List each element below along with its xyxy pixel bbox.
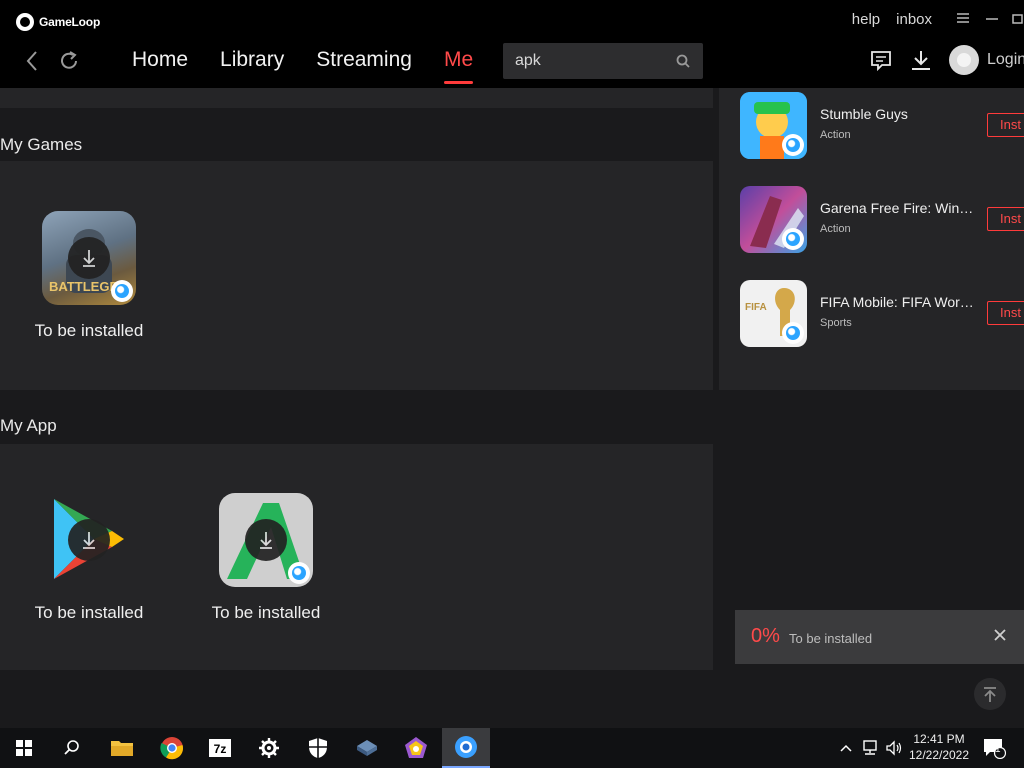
volume-icon[interactable]	[882, 728, 906, 768]
tab-home[interactable]: Home	[132, 48, 188, 80]
show-hidden-icons-chevron-icon[interactable]	[834, 728, 858, 768]
back-icon[interactable]	[20, 48, 46, 74]
restore-icon[interactable]	[1012, 11, 1024, 29]
gameloop-taskbar-icon[interactable]	[442, 728, 490, 768]
chrome-icon[interactable]	[148, 728, 196, 768]
top-links: help inbox	[852, 11, 932, 28]
google-play-icon	[42, 493, 136, 587]
main-nav: Home Library Streaming Me	[132, 48, 474, 84]
virtualbox-icon[interactable]	[343, 728, 391, 768]
install-button[interactable]: Inst	[987, 113, 1024, 137]
top-bar: GameLoop help inbox Home Library Streami…	[0, 0, 1024, 88]
windows-start-icon[interactable]	[0, 728, 48, 768]
game-name: FIFA Mobile: FIFA Wor…	[820, 294, 974, 310]
system-clock[interactable]: 12:41 PM 12/22/2022	[906, 731, 972, 763]
recommended-game[interactable]: FIFA FIFA Mobile: FIFA Wor… Sports Inst	[740, 280, 1024, 348]
help-link[interactable]: help	[852, 11, 880, 28]
download-icon[interactable]	[909, 48, 933, 72]
gameloop-window: GameLoop help inbox Home Library Streami…	[0, 0, 1024, 768]
install-button[interactable]: Inst	[987, 301, 1024, 325]
inbox-link[interactable]: inbox	[896, 11, 932, 28]
clock-date: 12/22/2022	[908, 748, 970, 762]
scroll-to-top-icon[interactable]	[974, 678, 1006, 710]
clock-time: 12:41 PM	[913, 732, 965, 746]
avatar[interactable]	[949, 45, 979, 75]
download-overlay-icon	[68, 237, 110, 279]
my-app-item[interactable]: To be installed	[196, 493, 336, 623]
settings-gear-icon[interactable]	[245, 728, 293, 768]
install-status: To be installed	[34, 321, 144, 340]
menu-icon[interactable]	[956, 11, 970, 29]
recommended-game[interactable]: Stumble Guys Action Inst	[740, 92, 1024, 160]
logo-text: GameLoop	[39, 15, 101, 29]
pentagon-app-icon[interactable]	[392, 728, 440, 768]
install-button[interactable]: Inst	[987, 207, 1024, 231]
search-box	[503, 43, 703, 79]
me-page-content: My Games BATTLEGRO To be installed My Ap…	[0, 88, 1024, 728]
notification-count: 1	[995, 744, 1001, 755]
my-games-title: My Games	[0, 135, 83, 154]
install-status: To be installed	[34, 603, 144, 622]
apkpure-icon	[219, 493, 313, 587]
svg-text:7z: 7z	[214, 742, 227, 756]
gameloop-badge-icon	[288, 562, 310, 584]
tab-library[interactable]: Library	[220, 48, 284, 80]
windows-taskbar: 7z 12:41 PM 12/22/2022 1	[0, 728, 1024, 768]
file-explorer-icon[interactable]	[98, 728, 146, 768]
game-category: Action	[820, 129, 851, 141]
minimize-icon[interactable]	[985, 11, 999, 29]
gameloop-badge-icon	[111, 280, 133, 302]
close-icon[interactable]	[992, 627, 1008, 643]
my-games-item[interactable]: BATTLEGRO To be installed	[19, 211, 159, 341]
download-status: To be installed	[789, 631, 873, 646]
refresh-icon[interactable]	[56, 48, 82, 74]
search-input[interactable]	[515, 43, 665, 79]
gameloop-logo: GameLoop	[16, 13, 100, 31]
security-shield-icon[interactable]	[294, 728, 342, 768]
gameloop-logo-icon	[16, 13, 34, 31]
gameloop-badge-icon	[782, 322, 804, 344]
top-panel-remnant	[0, 88, 713, 108]
taskbar-search-icon[interactable]	[48, 728, 96, 768]
download-percent: 0%	[751, 625, 780, 647]
messages-icon[interactable]	[869, 48, 893, 72]
tab-me[interactable]: Me	[443, 48, 474, 84]
network-icon[interactable]	[858, 728, 882, 768]
gameloop-badge-icon	[782, 228, 804, 250]
7zip-icon[interactable]: 7z	[196, 728, 244, 768]
game-category: Action	[820, 223, 851, 235]
install-status: To be installed	[211, 603, 321, 622]
game-name: Garena Free Fire: Win…	[820, 200, 974, 216]
free-fire-icon	[740, 186, 807, 253]
download-overlay-icon	[245, 519, 287, 561]
gameloop-badge-icon	[782, 134, 804, 156]
recommended-game[interactable]: Garena Free Fire: Win… Action Inst	[740, 186, 1024, 254]
svg-text:FIFA: FIFA	[745, 302, 767, 313]
notifications-icon[interactable]: 1	[980, 728, 1008, 768]
game-name: Stumble Guys	[820, 106, 908, 122]
my-app-title: My App	[0, 416, 57, 435]
download-overlay-icon	[68, 519, 110, 561]
search-icon[interactable]	[675, 53, 691, 69]
login-link[interactable]: Login	[987, 51, 1024, 69]
stumble-guys-icon	[740, 92, 807, 159]
fifa-mobile-icon: FIFA	[740, 280, 807, 347]
tab-streaming[interactable]: Streaming	[316, 48, 412, 80]
download-toast: 0% To be installed	[735, 610, 1024, 664]
game-category: Sports	[820, 317, 852, 329]
battlegrounds-icon: BATTLEGRO	[42, 211, 136, 305]
my-app-item[interactable]: To be installed	[19, 493, 159, 623]
